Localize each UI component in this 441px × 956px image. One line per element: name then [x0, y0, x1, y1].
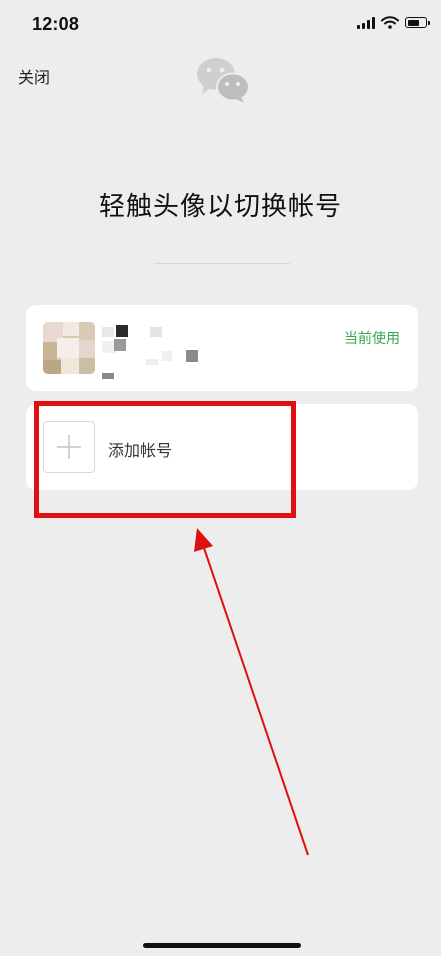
home-indicator: [143, 943, 301, 948]
annotation-arrow: [194, 528, 309, 856]
